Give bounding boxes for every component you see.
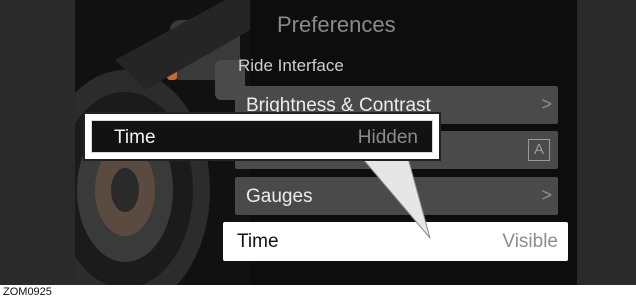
menu-item-gauges[interactable]: Gauges > xyxy=(235,177,558,215)
callout-setting-row: Time Hidden xyxy=(91,120,433,153)
auto-mode-icon: A xyxy=(528,139,550,161)
menu-item-time-selected[interactable]: Time Visible xyxy=(223,222,568,261)
screen-title: Preferences xyxy=(277,12,396,37)
chevron-right-icon: > xyxy=(541,185,552,205)
menu-item-label: Time xyxy=(237,231,279,252)
chevron-right-icon: > xyxy=(541,94,552,114)
callout-popup: Time Hidden xyxy=(83,112,441,161)
menu-item-label: Gauges xyxy=(246,186,313,207)
section-heading: Ride Interface xyxy=(238,56,344,75)
right-panel-backdrop xyxy=(577,0,636,285)
figure-reference-code: ZOM0925 xyxy=(0,285,82,299)
left-panel-backdrop xyxy=(0,0,75,285)
callout-value: Hidden xyxy=(357,127,418,148)
callout-label: Time xyxy=(114,127,156,148)
menu-item-value: Visible xyxy=(502,231,558,252)
